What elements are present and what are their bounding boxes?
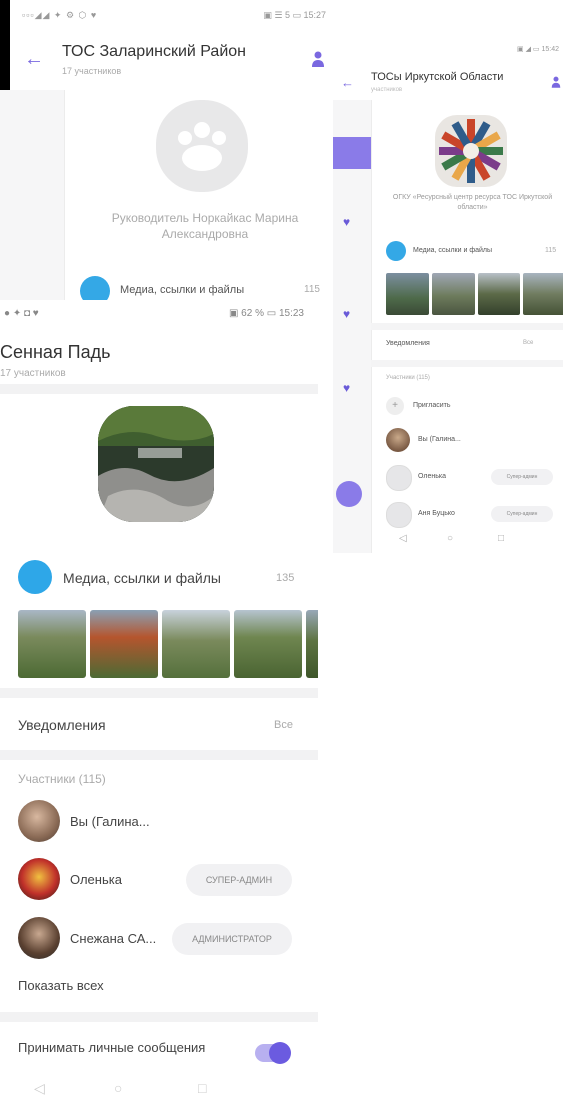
avatar[interactable] <box>18 800 60 842</box>
status-icons: ▫▫▫◢◢ ✦ ⚙ ⬡ ♥ <box>22 10 98 20</box>
media-thumbnail[interactable] <box>477 273 521 315</box>
chat-list-sidebar <box>0 90 65 300</box>
nav-back-icon[interactable]: ◁ <box>399 533 407 544</box>
role-badge: АДМИНИСТРАТОР <box>172 923 292 955</box>
media-thumbnail[interactable] <box>18 610 86 678</box>
media-thumbnail[interactable] <box>234 610 302 678</box>
group-avatar <box>156 100 248 192</box>
nav-recent-icon[interactable]: □ <box>498 533 504 544</box>
private-messages-setting: Принимать личные сообщения <box>18 1040 206 1055</box>
status-bar: ● ✦ ◘ ♥ ▣ 62 % ▭ 15:23 <box>4 308 310 324</box>
member-count: участников <box>371 87 403 93</box>
heart-icon: ♥ <box>343 381 351 395</box>
nav-home-icon[interactable]: ○ <box>114 1080 122 1096</box>
nav-home-icon[interactable]: ○ <box>447 533 453 544</box>
section-divider <box>0 688 318 698</box>
screenshot-right: ▣ ◢ ▭ 15:42 ← ТОСы Иркутской Области уча… <box>333 35 563 553</box>
invite-button[interactable]: Пригласить <box>413 402 450 409</box>
nav-recent-icon[interactable]: □ <box>198 1080 206 1096</box>
system-nav-bar: ◁ ○ □ <box>0 1080 318 1103</box>
back-arrow-icon[interactable]: ← <box>24 48 44 71</box>
group-description: Руководитель Норкайкас Марина Александро… <box>111 211 299 241</box>
notifications-value: Все <box>523 340 534 346</box>
status-time: ▣ 62 % ▭ 15:23 <box>228 308 304 319</box>
media-icon <box>386 241 406 261</box>
add-member-icon[interactable] <box>551 75 561 89</box>
members-header: Участники (115) <box>386 375 430 381</box>
role-badge: Супер-админ <box>491 506 553 522</box>
section-divider <box>0 1012 318 1022</box>
section-divider <box>0 750 318 760</box>
media-thumbnail[interactable] <box>386 273 429 315</box>
avatar[interactable] <box>386 502 412 528</box>
notifications-setting[interactable]: Уведомления <box>386 340 430 347</box>
screenshot-front: ● ✦ ◘ ♥ ▣ 62 % ▭ 15:23 Сенная Падь 17 уч… <box>0 300 318 1103</box>
media-count: 115 <box>545 247 557 254</box>
private-messages-toggle[interactable] <box>255 1042 291 1064</box>
members-header: Участники (115) <box>18 772 106 786</box>
nav-back-icon[interactable]: ◁ <box>34 1080 45 1097</box>
member-name[interactable]: Аня Буцько <box>418 510 455 517</box>
section-divider <box>371 360 563 367</box>
show-all-link[interactable]: Показать всех <box>18 978 104 993</box>
compose-button[interactable] <box>336 481 362 507</box>
media-icon <box>18 560 52 594</box>
notifications-value: Все <box>274 719 293 731</box>
group-avatar <box>435 115 507 187</box>
screenshot-top-left: ▫▫▫◢◢ ✦ ⚙ ⬡ ♥ ▣ ☰ 5 ▭ 15:27 ← ТОС Залари… <box>0 0 333 300</box>
status-bar: ▣ ◢ ▭ 15:42 <box>345 45 563 57</box>
media-thumbnail[interactable] <box>90 610 158 678</box>
page-title: Сенная Падь <box>0 342 111 362</box>
status-bar: ▫▫▫◢◢ ✦ ⚙ ⬡ ♥ ▣ ☰ 5 ▭ 15:27 <box>22 10 332 28</box>
member-name[interactable]: Оленька <box>70 872 122 887</box>
media-link[interactable]: Медиа, ссылки и файлы <box>120 284 244 296</box>
page-title: ТОСы Иркутской Области <box>371 71 504 83</box>
role-badge: СУПЕР-АДМИН <box>186 864 292 896</box>
media-thumbnail[interactable] <box>306 610 318 678</box>
back-arrow-icon[interactable]: ← <box>341 75 354 90</box>
status-time: ▣ ◢ ▭ 15:42 <box>517 46 559 53</box>
heart-icon: ♥ <box>343 215 351 229</box>
avatar[interactable] <box>386 428 410 452</box>
active-chat-tab[interactable] <box>333 137 371 169</box>
section-divider <box>371 323 563 330</box>
role-badge: Супер-админ <box>491 469 553 485</box>
media-count: 135 <box>276 572 295 584</box>
media-thumbnail[interactable] <box>523 273 563 315</box>
group-avatar <box>98 406 214 522</box>
media-link[interactable]: Медиа, ссылки и файлы <box>413 247 492 254</box>
add-member-icon[interactable] <box>311 50 325 68</box>
member-name[interactable]: Вы (Галина... <box>418 436 461 443</box>
media-thumbnails <box>386 273 563 315</box>
status-time: ▣ ☰ 5 ▭ 15:27 <box>263 10 326 20</box>
toggle-knob <box>269 1042 291 1064</box>
media-icon <box>80 276 110 300</box>
heart-icon: ♥ <box>343 307 351 321</box>
member-count: 17 участников <box>0 368 66 379</box>
media-thumbnails <box>18 610 318 678</box>
media-count: 115 <box>304 284 320 295</box>
group-placeholder-icon <box>178 122 226 171</box>
status-icons: ● ✦ ◘ ♥ <box>4 308 39 319</box>
member-name[interactable]: Оленька <box>418 473 446 480</box>
media-thumbnail[interactable] <box>162 610 230 678</box>
member-count: 17 участников <box>62 66 122 76</box>
section-divider <box>0 384 318 394</box>
page-title: ТОС Заларинский Район <box>62 43 246 60</box>
group-description: ОГКУ «Ресурсный центр ресурса ТОС Иркутс… <box>392 194 553 211</box>
avatar[interactable] <box>18 858 60 900</box>
media-thumbnail[interactable] <box>431 273 475 315</box>
member-name[interactable]: Снежана СА... <box>70 931 156 946</box>
member-name[interactable]: Вы (Галина... <box>70 814 150 829</box>
avatar[interactable] <box>386 465 412 491</box>
avatar[interactable] <box>18 917 60 959</box>
media-link[interactable]: Медиа, ссылки и файлы <box>63 570 221 586</box>
add-icon[interactable]: + <box>386 397 404 415</box>
notifications-setting[interactable]: Уведомления <box>18 717 106 733</box>
